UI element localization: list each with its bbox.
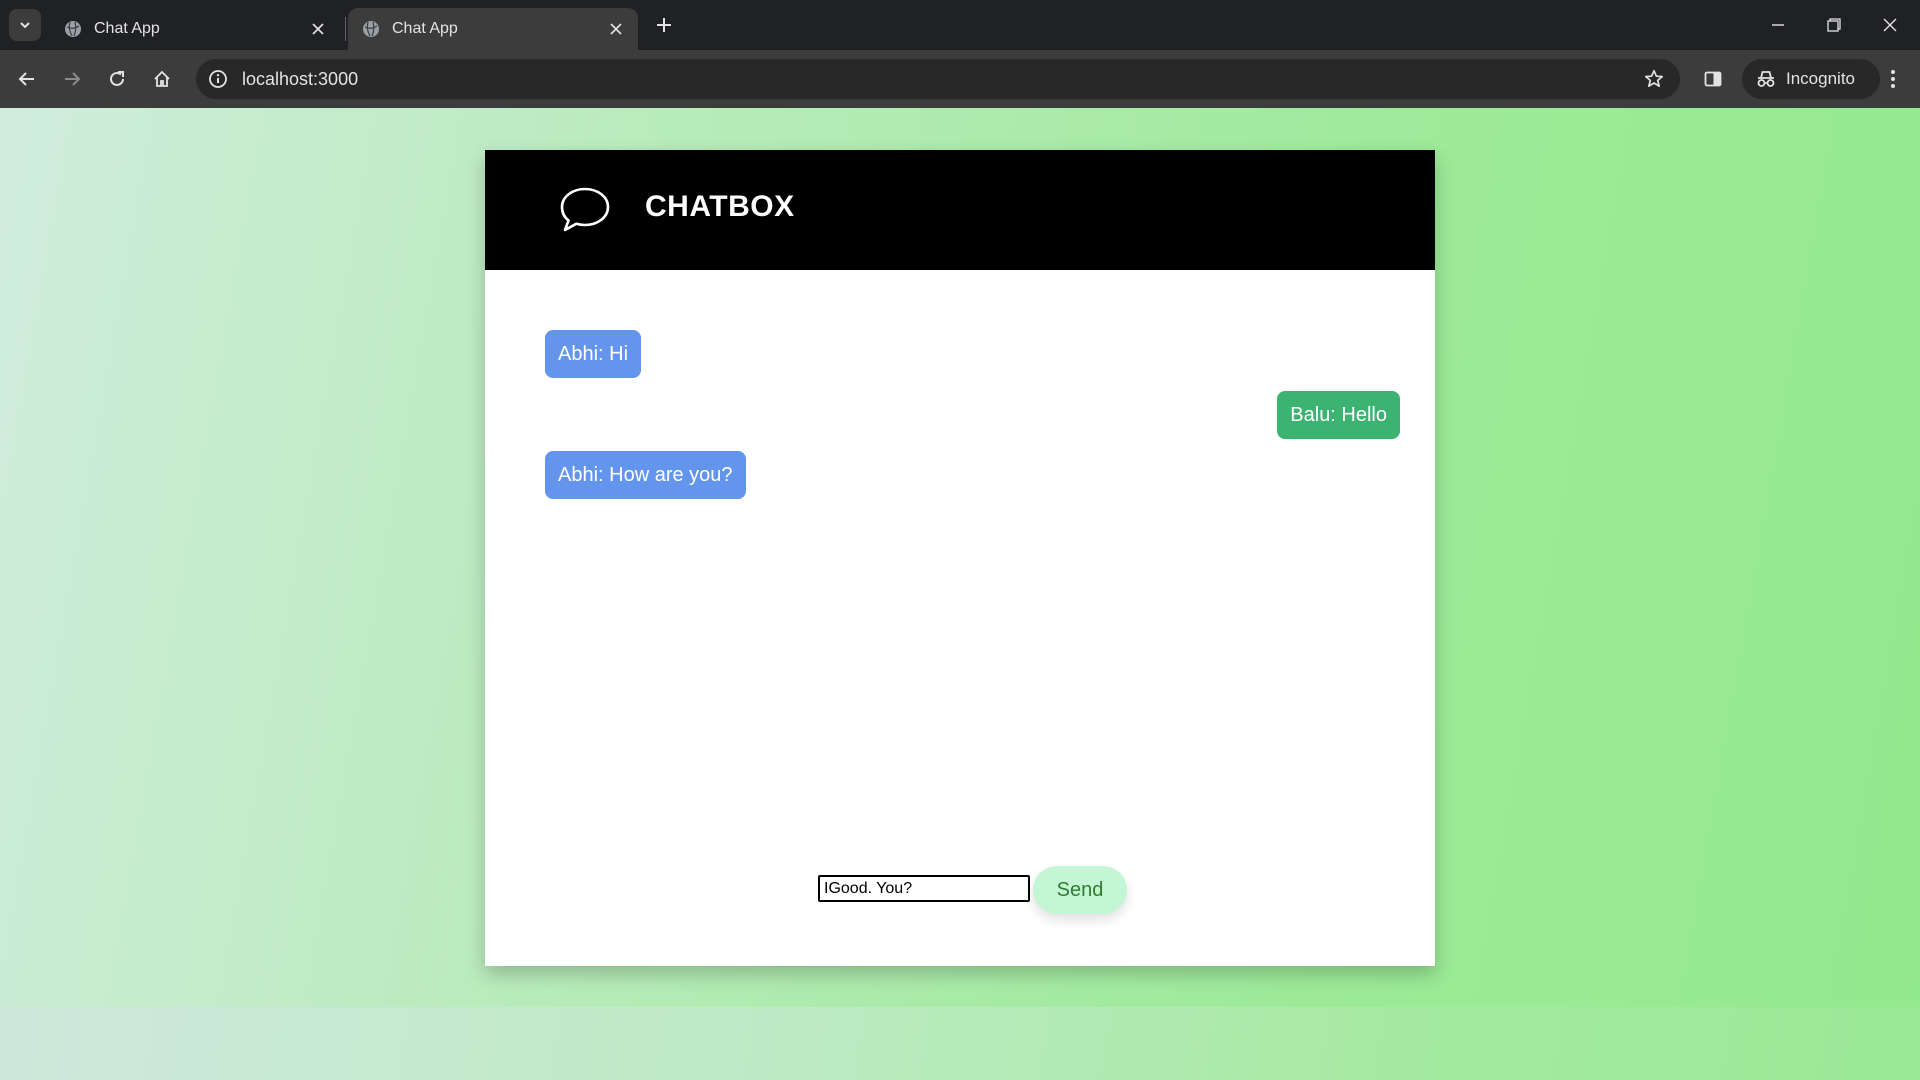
site-info-button[interactable] (200, 61, 236, 97)
browser-tabstrip: Chat App Chat App (0, 0, 1920, 50)
bookmark-button[interactable] (1636, 61, 1672, 97)
close-icon (1883, 18, 1897, 32)
side-panel-button[interactable] (1697, 63, 1729, 95)
window-close-button[interactable] (1862, 0, 1918, 50)
chat-bubble-icon (560, 187, 610, 232)
reload-icon (110, 71, 124, 86)
message-bubble: Balu: Hello (1277, 391, 1400, 439)
info-icon (209, 70, 227, 88)
incognito-icon (1757, 71, 1775, 87)
more-vertical-icon (1891, 70, 1895, 88)
tab-close-button[interactable] (604, 17, 628, 41)
minimize-button[interactable] (1750, 0, 1806, 50)
url-text: localhost:3000 (242, 68, 359, 89)
chat-header: CHATBOX (485, 150, 1435, 270)
browser-menu-button[interactable] (1877, 63, 1909, 95)
chat-title: CHATBOX (645, 190, 795, 223)
message-input[interactable] (818, 875, 1030, 902)
page-background-band (0, 1007, 1920, 1080)
restore-icon (1827, 18, 1841, 32)
tab-title: Chat App (392, 20, 458, 37)
address-bar[interactable]: localhost:3000 (196, 59, 1680, 99)
message-bubble: Abhi: Hi (545, 330, 642, 378)
chevron-down-icon (20, 22, 30, 29)
star-icon (1644, 69, 1664, 88)
tab-title: Chat App (94, 20, 160, 37)
tab-chat-app-2[interactable]: Chat App (348, 8, 638, 50)
forward-arrow-icon (65, 72, 81, 86)
home-button[interactable] (146, 63, 178, 95)
message-bubble: Abhi: How are you? (545, 451, 746, 499)
globe-icon (65, 21, 81, 37)
send-button[interactable]: Send (1033, 866, 1127, 914)
new-tab-button[interactable] (650, 11, 678, 39)
tab-separator (345, 17, 346, 41)
tab-search-button[interactable] (9, 9, 41, 41)
incognito-profile-button[interactable]: Incognito (1742, 59, 1880, 99)
message-composer: Send (818, 866, 1218, 916)
profile-label: Incognito (1786, 69, 1855, 88)
minimize-icon (1772, 24, 1784, 26)
tab-close-button[interactable] (306, 17, 330, 41)
close-icon (312, 23, 324, 35)
plus-icon (657, 18, 671, 32)
browser-toolbar: localhost:3000 Incognito (0, 50, 1920, 108)
close-icon (610, 23, 622, 35)
forward-button[interactable] (56, 63, 88, 95)
home-icon (154, 70, 170, 87)
back-button[interactable] (11, 63, 43, 95)
back-arrow-icon (18, 72, 34, 86)
side-panel-icon (1704, 71, 1722, 87)
restore-button[interactable] (1806, 0, 1862, 50)
reload-button[interactable] (101, 63, 133, 95)
chat-container: CHATBOX Abhi: Hi Balu: Hello Abhi: How a… (485, 150, 1435, 966)
globe-icon (363, 21, 379, 37)
tab-chat-app-1[interactable]: Chat App (50, 8, 340, 50)
